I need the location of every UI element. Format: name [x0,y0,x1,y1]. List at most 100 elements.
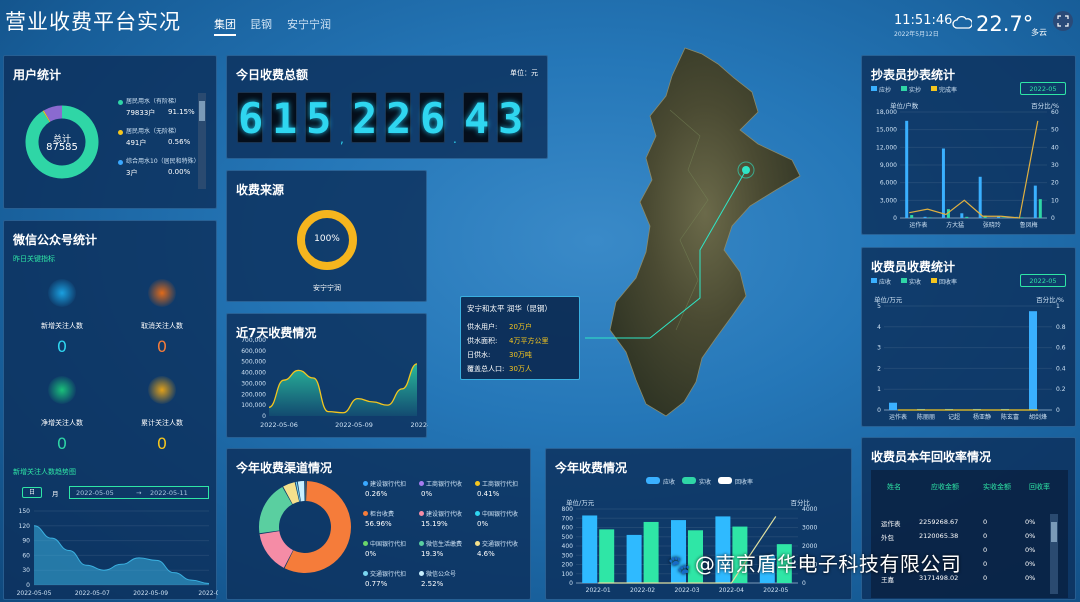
legend-dot [363,541,368,546]
y2-tick: 1 [1056,303,1060,310]
bar-实抄 [1020,217,1024,218]
legend-name: 综合用水10（居民和特殊） [126,158,200,165]
area-fill [269,363,417,416]
y2-tick: 0.4 [1056,365,1066,372]
legend-swatch [901,86,907,91]
y-tick: 90 [22,538,30,545]
map-region[interactable] [609,47,801,417]
y-tick: 15,000 [876,127,897,134]
y-tick: 200 [562,562,574,569]
y-tick: 5 [877,303,881,310]
popup-title: 安宁和太平 润华（昆钢） [467,304,552,313]
legend-swatch [871,86,877,91]
header-weather: 多云 [1031,28,1047,37]
popup-value: 20万户 [509,323,532,331]
legend-name: 中国银行代收 [482,511,519,518]
day-toggle[interactable]: 日 [22,487,42,498]
source-pct: 100% [314,234,340,244]
legend-name: 工商银行代扣 [482,481,519,488]
legend-name: 微信生活缴费 [426,541,463,548]
donut-slice [259,530,294,568]
legend-dot [419,511,424,516]
bar-实抄 [1002,217,1006,218]
donut-slice [42,110,51,123]
y-tick: 120 [19,523,31,530]
panel-title: 用户统计 [13,68,62,82]
legend-name: 微信公众号 [426,571,457,578]
legend-name: 中国银行代扣 [370,541,407,548]
table-header: 应收金额 [931,483,959,491]
date-range-picker[interactable]: 2022-05-05 → 2022-05-11 [69,486,209,499]
fee-source-panel: 收费来源 100% 安宁宁润 [226,170,427,302]
user-stats-panel: 用户统计 总计 87585 居民用水（有阶梯） 79833户 91.15% 居民用水（… [3,55,217,209]
y-tick: 60 [22,552,30,559]
y-tick: 4 [877,324,881,331]
today-total-panel: 今日收费总额 单位：元 61522643,. [226,55,548,159]
y2-tick: 10 [1051,197,1059,204]
tab-kunsteel[interactable]: 昆钢 [250,16,272,32]
x-tick: 张晓玲 [983,221,1001,229]
y-tick: 600 [562,525,574,532]
table-cell: 2259268.67 [919,518,959,526]
meter-read-panel: 抄表员抄表统计 2022-05 应抄 实抄 完成率 0 3,000 6,000 9,000… [861,55,1076,235]
y-tick: 6,000 [880,180,897,187]
table-scrollbar[interactable] [1050,514,1058,594]
collector-panel: 收费员收费统计 2022-05 应收 实收 回收率 0 1 2 3 4 5 0 0.2 0.4 0.6… [861,247,1076,427]
seven-day-chart: 0 100,000 200,000 300,000 400,000 500,000 600,… [241,337,428,429]
legend-pct: 2.52% [421,580,444,588]
x-tick: 2022-05 [763,587,788,594]
metric-label: 新增关注人数 [41,322,83,330]
table-cell: 2120065.38 [919,532,959,540]
bar-应抄 [941,148,945,218]
year-fee-chart: 0100200300400500600700800010002000300040… [562,498,818,594]
date-from[interactable]: 2022-05-05 [76,489,114,497]
fullscreen-icon[interactable] [1052,10,1074,32]
wechat-subtitle: 昨日关键指标 [13,255,55,263]
table-cell: 运作表 [881,520,901,528]
bar-应收 [582,515,598,583]
watermark: 🐾 @南京盾华电子科技有限公司 [668,552,962,576]
panel-title: 抄表员抄表统计 [871,68,956,82]
header-time: 11:51:46 [894,13,953,28]
x-tick: 2022-05-07 [75,590,110,597]
tab-anning[interactable]: 安宁宁润 [287,16,331,32]
legend-count: 491户 [126,139,147,147]
metric-label: 净增关注人数 [41,419,83,427]
y-tick: 0 [877,407,881,414]
x-tick: 2022-01 [586,587,611,594]
wechat-panel: 微信公众号统计 昨日关键指标 新增关注人数趋势图 日 月 2022-05-05 … [3,220,218,600]
seven-day-panel: 近7天收费情况 0 100,000 200,000 300,000 400,000 500… [226,313,428,438]
tab-group[interactable]: 集团 [214,16,236,36]
bar-应抄 [960,213,964,218]
legend-name: 交通银行代收 [482,541,519,548]
metric-label: 累计关注人数 [141,419,183,427]
date-to[interactable]: 2022-05-11 [150,489,188,497]
digit-tile: 5 [305,92,332,143]
metric-value: 0 [56,434,68,453]
table-cell: 0 [983,546,988,554]
y2-tick: 4000 [802,506,817,513]
bar-应收 [1029,311,1037,410]
x-tick: 2022-05-06 [260,421,298,429]
scrollbar[interactable] [198,93,206,189]
bar-实收 [643,521,659,583]
y-tick: 400 [562,543,574,550]
legend-swatch [682,477,696,484]
date-arrow: → [136,489,142,497]
digit-tile: 4 [463,92,490,143]
y2-tick: 0.6 [1056,345,1066,352]
month-toggle[interactable]: 月 [52,488,59,498]
y-tick: 2 [877,365,881,372]
y2-tick: 50 [1051,127,1059,134]
y-tick: 3,000 [880,197,897,204]
y-tick: 1 [877,386,881,393]
table-cell: 0 [983,518,988,526]
y-tick: 18,000 [876,109,897,116]
y-axis-label: 单位/户数 [890,101,919,110]
x-tick: 记超 [948,413,960,421]
legend-dot [475,481,480,486]
legend-label: 完成率 [939,87,958,94]
y-tick: 3 [877,345,881,352]
legend-dot [118,100,123,105]
table-header: 回收率 [1029,483,1050,491]
